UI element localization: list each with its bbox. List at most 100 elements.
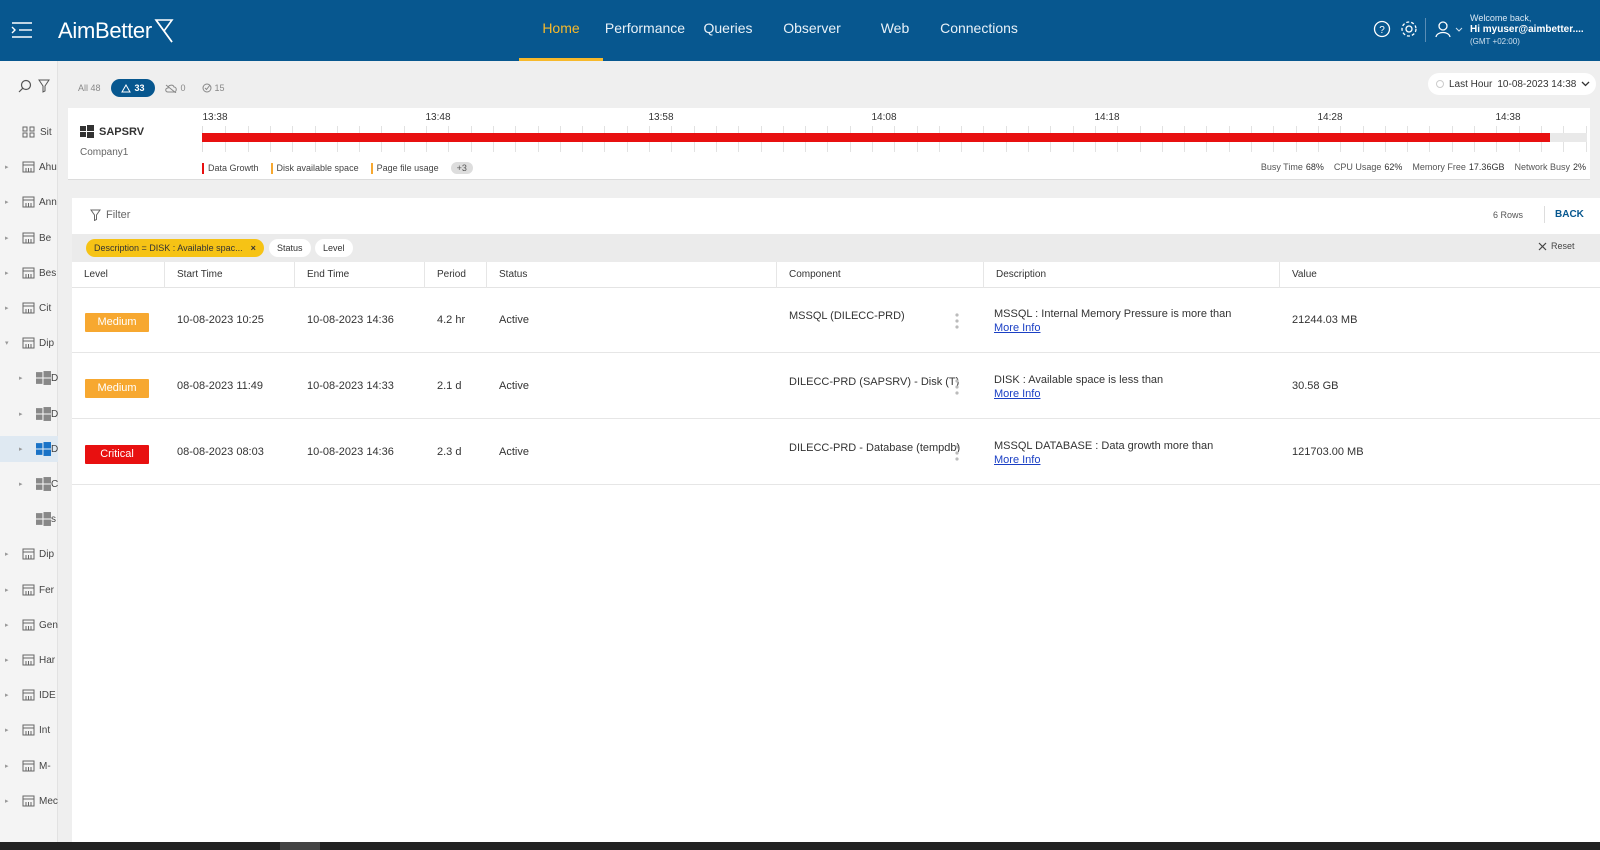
user-timezone: (GMT +02:00) [1470,37,1520,46]
nav-queries[interactable]: Queries [698,0,758,61]
col-level[interactable]: Level [72,262,164,288]
user-chevron-down-icon[interactable] [1455,27,1463,33]
cell-period: 2.3 d [437,446,462,458]
table-row[interactable]: Medium 10-08-2023 10:25 10-08-2023 14:36 4.… [72,288,1600,353]
sidebar-item[interactable]: ▸ Int [0,717,58,743]
expand-arrow-icon[interactable]: ▸ [19,410,23,418]
sidebar-item[interactable]: ▸ D [0,401,58,427]
reset-button[interactable]: Reset [1538,241,1575,251]
resolved-count: 15 [214,83,225,93]
warning-icon [120,83,131,92]
sidebar-item[interactable]: ▸ Fer [0,577,58,603]
col-end-time[interactable]: End Time [294,262,424,288]
expand-arrow-icon[interactable]: ▸ [19,374,23,382]
expand-arrow-icon[interactable]: ▸ [5,656,9,664]
legend-more-button[interactable]: +3 [450,162,473,174]
filter-icon[interactable] [38,79,50,93]
bottom-scrollbar[interactable] [0,842,1600,850]
tab-alerts[interactable]: 33 [110,79,155,97]
nav-home[interactable]: Home [519,0,603,61]
col-period[interactable]: Period [424,262,486,288]
sidebar-item-label: Be [39,232,52,244]
expand-arrow-icon[interactable]: ▸ [19,480,23,488]
table-row[interactable]: Critical 08-08-2023 08:03 10-08-2023 14:36… [72,420,1600,485]
sidebar-item[interactable]: ▸ Bes [0,260,58,286]
nav-web[interactable]: Web [870,0,920,61]
legend-item: Page file usage [370,162,439,174]
more-info-link[interactable]: More Info [994,388,1040,400]
sidebar-item[interactable]: ▸ Ann [0,189,58,215]
filter-button[interactable]: Filter [90,209,130,221]
expand-arrow-icon[interactable]: ▸ [5,304,9,312]
expand-arrow-icon[interactable]: ▸ [5,726,9,734]
more-info-link[interactable]: More Info [994,322,1040,334]
filter-chip-description[interactable]: Description = DISK : Available spac... × [86,239,264,257]
sidebar-item[interactable]: Sit [0,119,58,145]
cell-period: 2.1 d [437,380,462,392]
sidebar-item[interactable]: ▸ Dip [0,541,58,567]
expand-arrow-icon[interactable]: ▸ [5,797,9,805]
sidebar-item[interactable]: ▸ Mec [0,788,58,814]
row-menu-kebab-icon[interactable] [954,378,960,396]
table-row[interactable]: Medium 08-08-2023 11:49 10-08-2023 14:33 2.… [72,354,1600,419]
collapse-arrow-icon[interactable]: ▾ [5,339,9,347]
sidebar-item[interactable]: ▸ D [0,436,58,462]
sidebar-item[interactable]: ▸ D [0,365,58,391]
sidebar-item[interactable]: ▸ Be [0,225,58,251]
row-menu-kebab-icon[interactable] [954,444,960,462]
cell-start-time: 08-08-2023 11:49 [177,380,264,392]
tab-resolved[interactable]: 15 [202,83,225,93]
expand-arrow-icon[interactable]: ▸ [19,445,23,453]
cell-component: DILECC-PRD (SAPSRV) - Disk (T) [789,376,960,388]
sidebar-item[interactable]: ▸ M- [0,753,58,779]
expand-arrow-icon[interactable]: ▸ [5,762,9,770]
more-info-link[interactable]: More Info [994,454,1040,466]
col-status[interactable]: Status [486,262,776,288]
expand-arrow-icon[interactable]: ▸ [5,550,9,558]
time-range-selector[interactable]: Last Hour 10-08-2023 14:38 [1428,73,1596,95]
nav-performance[interactable]: Performance [603,0,687,61]
nav-observer[interactable]: Observer [776,0,848,61]
filter-chip-status[interactable]: Status [269,239,311,257]
sidebar-item[interactable]: ▸ IDE [0,682,58,708]
timeline-bar[interactable] [202,133,1587,142]
expand-arrow-icon[interactable]: ▸ [5,621,9,629]
timeline-tick-label: 14:08 [871,112,897,123]
search-icon[interactable] [18,79,32,93]
app-logo[interactable]: AimBetter [58,16,174,46]
sidebar-item[interactable]: ▸ Har [0,647,58,673]
menu-toggle-icon[interactable] [11,20,33,40]
tab-offline[interactable]: 0 [164,83,186,93]
expand-arrow-icon[interactable]: ▸ [5,163,9,171]
sidebar-item-label: Int [39,724,51,736]
cell-value: 121703.00 MB [1292,446,1364,458]
server-card[interactable]: SAPSRV Company1 13:38 13:48 13:58 14:08 14:1… [68,108,1590,180]
col-value[interactable]: Value [1279,262,1600,288]
sidebar-item[interactable]: ▸ C [0,471,58,497]
user-greeting[interactable]: Welcome back, Hi myuser@aimbetter.... (G… [1470,12,1584,48]
timeline-legend: Data Growth Disk available space Page fi… [202,162,473,174]
expand-arrow-icon[interactable]: ▸ [5,691,9,699]
row-menu-kebab-icon[interactable] [954,312,960,330]
col-component[interactable]: Component [776,262,983,288]
back-button[interactable]: BACK [1544,206,1584,223]
nav-connections[interactable]: Connections [934,0,1024,61]
user-avatar-icon[interactable] [1433,19,1453,39]
sidebar-item[interactable]: s [0,506,58,532]
settings-gear-icon[interactable] [1399,19,1419,39]
expand-arrow-icon[interactable]: ▸ [5,198,9,206]
expand-arrow-icon[interactable]: ▸ [5,234,9,242]
sidebar-item[interactable]: ▸ Ahu [0,154,58,180]
filter-chip-level[interactable]: Level [315,239,353,257]
col-description[interactable]: Description [983,262,1279,288]
expand-arrow-icon[interactable]: ▸ [5,269,9,277]
scrollbar-thumb[interactable] [280,842,320,850]
remove-filter-icon[interactable]: × [251,243,256,253]
sidebar-item[interactable]: ▸ Gen [0,612,58,638]
sidebar-item[interactable]: ▸ Cit [0,295,58,321]
sidebar-item[interactable]: ▾ Dip [0,330,58,356]
help-icon[interactable]: ? [1372,19,1392,39]
expand-arrow-icon[interactable]: ▸ [5,586,9,594]
tab-all[interactable]: All 48 [78,83,101,93]
col-start-time[interactable]: Start Time [164,262,294,288]
